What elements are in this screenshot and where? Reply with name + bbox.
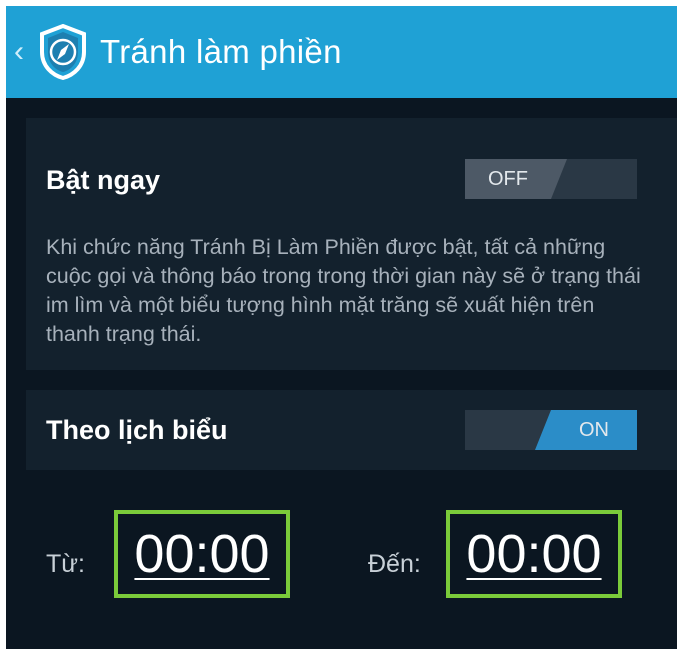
enable-now-label: Bật ngay	[46, 165, 161, 195]
toggle-on-slant	[535, 410, 551, 450]
from-time-highlight: 00:00	[114, 510, 290, 598]
from-time-picker[interactable]: 00:00	[118, 514, 286, 594]
to-time-highlight: 00:00	[446, 510, 622, 598]
from-label: Từ:	[46, 550, 85, 578]
header-bar: ‹ Tránh làm phiền	[6, 6, 677, 98]
to-time-picker[interactable]: 00:00	[450, 514, 618, 594]
enable-now-description: Khi chức năng Tránh Bị Làm Phiền được bậ…	[46, 235, 641, 346]
to-label: Đến:	[368, 550, 421, 578]
toggle-off-slant	[551, 159, 567, 199]
schedule-card: Theo lịch biểu ON	[26, 390, 677, 470]
screen: ‹ Tránh làm phiền Bật ngay OFF Khi chức …	[6, 6, 677, 649]
toggle-state-text: ON	[579, 419, 609, 441]
page-title: Tránh làm phiền	[100, 33, 342, 70]
schedule-toggle[interactable]: ON	[465, 410, 637, 450]
chevron-left-icon[interactable]: ‹	[14, 32, 34, 72]
enable-now-card: Bật ngay OFF Khi chức năng Tránh Bị Làm …	[26, 118, 677, 370]
enable-now-toggle[interactable]: OFF	[465, 159, 637, 199]
shield-compass-icon	[40, 24, 86, 80]
schedule-label: Theo lịch biểu	[46, 415, 228, 445]
toggle-state-text: OFF	[488, 168, 528, 190]
